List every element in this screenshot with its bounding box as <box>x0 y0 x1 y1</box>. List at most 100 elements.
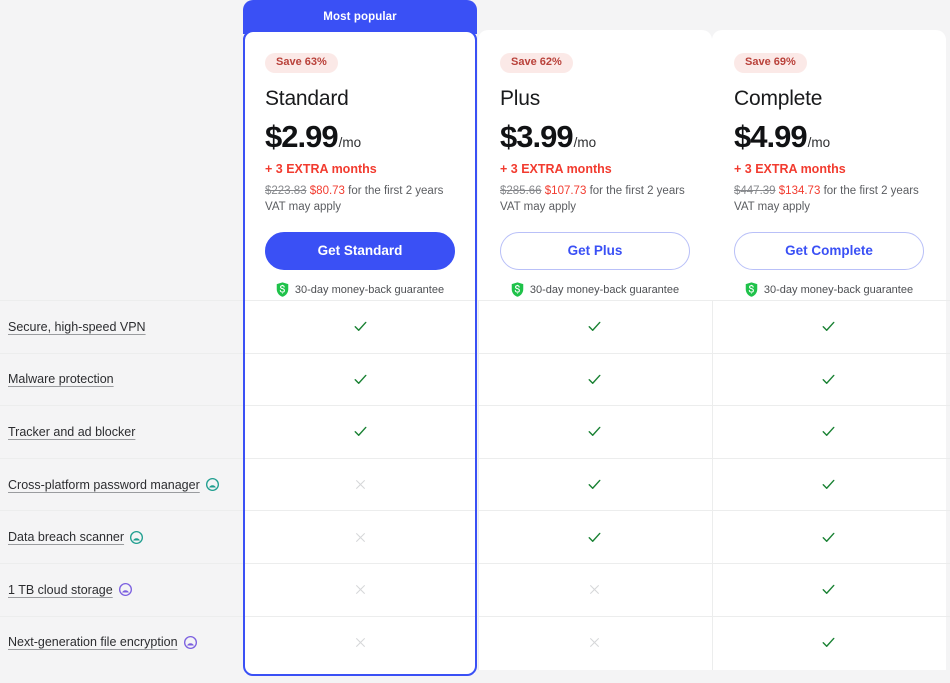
price-amount-plus: $3.99 <box>500 118 574 154</box>
cross-icon <box>355 532 365 542</box>
guarantee-label-complete: 30-day money-back guarantee <box>763 283 914 296</box>
feature-value-plus <box>477 511 711 563</box>
price-row-complete: $4.99 /mo <box>734 119 924 155</box>
old-total-complete: $447.39 <box>734 184 776 197</box>
feature-value-plus <box>477 617 711 669</box>
check-icon <box>354 374 366 384</box>
vat-note-standard: VAT may apply <box>265 200 342 213</box>
check-icon <box>822 532 834 542</box>
feature-value-complete <box>711 301 945 353</box>
extra-months-standard: + 3 EXTRA months <box>265 161 377 176</box>
feature-value-plus <box>477 459 711 511</box>
feature-label: Cross-platform password manager <box>8 477 200 492</box>
extra-months-plus: + 3 EXTRA months <box>500 161 612 176</box>
most-popular-label: Most popular <box>323 11 397 23</box>
feature-value-standard <box>243 564 477 616</box>
terms-standard: $223.83 $80.73 for the first 2 years VAT… <box>265 183 455 216</box>
table-row: Secure, high-speed VPN <box>0 300 950 353</box>
feature-value-standard <box>243 459 477 511</box>
check-icon <box>588 322 600 332</box>
feature-value-complete <box>711 406 945 458</box>
extra-months-complete: + 3 EXTRA months <box>734 161 846 176</box>
feature-label: Secure, high-speed VPN <box>8 319 146 334</box>
feature-value-complete <box>711 459 945 511</box>
check-icon <box>822 427 834 437</box>
new-total-plus: $107.73 <box>544 184 587 197</box>
plan-card-complete[interactable]: Save 69% Complete $4.99 /mo + 3 EXTRA mo… <box>712 30 946 300</box>
old-total-plus: $285.66 <box>500 184 542 197</box>
check-icon <box>822 585 834 595</box>
cross-icon <box>589 585 599 595</box>
purple-product-badge-icon <box>118 583 132 597</box>
cross-icon <box>589 637 599 647</box>
shield-icon <box>745 282 758 297</box>
check-icon <box>588 479 600 490</box>
feature-value-standard <box>243 354 477 406</box>
price-period-plus: /mo <box>573 134 597 150</box>
plan-name-complete: Complete <box>734 86 823 110</box>
save-badge-complete: Save 69% <box>734 52 807 73</box>
check-icon <box>822 322 834 332</box>
cross-icon <box>355 480 365 489</box>
terms-suffix-standard: for the first 2 years <box>348 184 444 197</box>
get-standard-button[interactable]: Get Standard <box>265 232 455 271</box>
teal-product-badge-icon <box>205 478 219 492</box>
check-icon <box>354 427 366 437</box>
table-row: 1 TB cloud storage <box>0 562 950 616</box>
feature-value-complete <box>711 511 945 563</box>
price-period-standard: /mo <box>338 134 362 150</box>
guarantee-plus: 30-day money-back guarantee <box>500 282 690 297</box>
price-row-standard: $2.99 /mo <box>265 119 455 155</box>
price-amount-standard: $2.99 <box>265 118 339 154</box>
terms-complete: $447.39 $134.73 for the first 2 years VA… <box>734 183 924 216</box>
feature-label: Tracker and ad blocker <box>8 424 136 439</box>
check-icon <box>588 374 600 384</box>
feature-value-standard <box>243 617 477 669</box>
feature-label: Next-generation file encryption <box>8 635 178 650</box>
feature-name-cell[interactable]: Next-generation file encryption <box>0 635 243 649</box>
table-row: Cross-platform password manager <box>0 457 950 511</box>
price-amount-complete: $4.99 <box>734 118 808 154</box>
table-row: Next-generation file encryption <box>0 615 950 669</box>
get-plus-button[interactable]: Get Plus <box>500 232 690 271</box>
shield-icon <box>511 282 524 297</box>
feature-name-cell[interactable]: Data breach scanner <box>0 530 243 544</box>
plan-cards: Most popular Save 63% Standard $2.99 /mo… <box>0 0 950 300</box>
plan-name-plus: Plus <box>500 86 541 110</box>
feature-value-plus <box>477 564 711 616</box>
feature-value-plus <box>477 354 711 406</box>
save-badge-plus: Save 62% <box>500 52 573 73</box>
guarantee-label-plus: 30-day money-back guarantee <box>529 283 680 296</box>
feature-comparison-table: Secure, high-speed VPN Malware protection… <box>0 300 950 668</box>
terms-plus: $285.66 $107.73 for the first 2 years VA… <box>500 183 690 216</box>
vat-note-plus: VAT may apply <box>500 200 577 213</box>
check-icon <box>822 637 834 647</box>
guarantee-standard: 30-day money-back guarantee <box>265 282 455 297</box>
price-period-complete: /mo <box>807 134 831 150</box>
feature-name-cell[interactable]: Secure, high-speed VPN <box>0 320 243 334</box>
check-icon <box>588 427 600 437</box>
feature-label: Malware protection <box>8 372 114 387</box>
guarantee-complete: 30-day money-back guarantee <box>734 282 924 297</box>
get-complete-button[interactable]: Get Complete <box>734 232 924 271</box>
purple-product-badge-icon <box>183 635 197 649</box>
feature-name-cell[interactable]: Malware protection <box>0 372 243 386</box>
feature-name-cell[interactable]: Tracker and ad blocker <box>0 425 243 439</box>
check-icon <box>354 322 366 332</box>
most-popular-banner: Most popular <box>243 0 477 34</box>
plan-card-plus[interactable]: Save 62% Plus $3.99 /mo + 3 EXTRA months… <box>478 30 712 300</box>
terms-suffix-plus: for the first 2 years <box>589 184 685 197</box>
plan-card-standard-body: Save 63% Standard $2.99 /mo + 3 EXTRA mo… <box>243 30 477 300</box>
feature-name-cell[interactable]: Cross-platform password manager <box>0 478 243 492</box>
shield-icon <box>276 282 289 297</box>
new-total-complete: $134.73 <box>778 184 821 197</box>
plan-card-standard[interactable]: Most popular Save 63% Standard $2.99 /mo… <box>243 0 477 300</box>
check-icon <box>588 532 600 542</box>
table-row: Malware protection <box>0 352 950 406</box>
table-row: Data breach scanner <box>0 510 950 563</box>
feature-name-cell[interactable]: 1 TB cloud storage <box>0 583 243 597</box>
feature-value-plus <box>477 301 711 353</box>
vat-note-complete: VAT may apply <box>734 200 811 213</box>
feature-label: 1 TB cloud storage <box>8 582 113 597</box>
save-badge-standard: Save 63% <box>265 52 338 73</box>
